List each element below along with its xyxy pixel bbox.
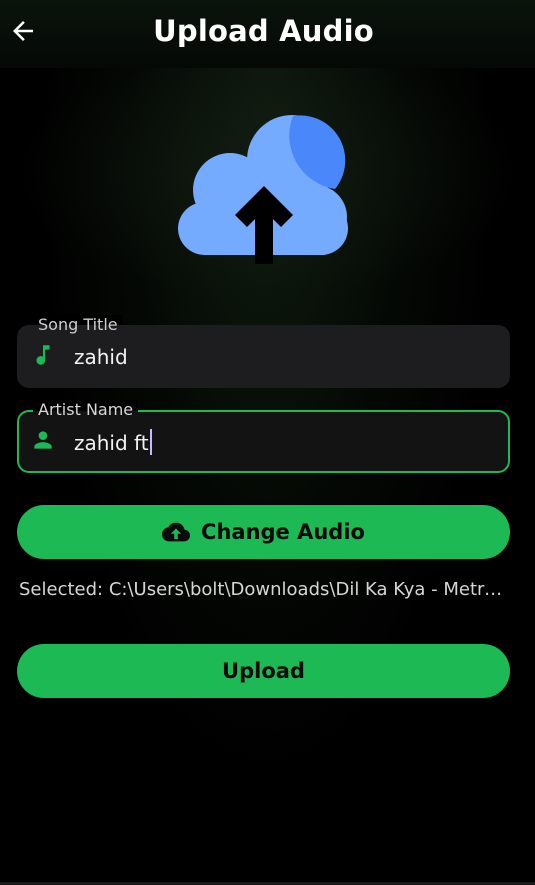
artist-name-value: zahid ft — [74, 431, 149, 455]
selected-file-path: Selected: C:\Users\bolt\Downloads\Dil Ka… — [19, 579, 513, 600]
change-audio-label: Change Audio — [201, 520, 365, 544]
artist-name-label: Artist Name — [33, 400, 139, 420]
artist-name-input[interactable]: zahid ft — [74, 429, 484, 456]
song-title-label: Song Title — [33, 315, 123, 335]
app-bar: Upload Audio — [0, 0, 535, 68]
upload-button[interactable]: Upload — [17, 644, 510, 698]
person-icon — [34, 431, 52, 449]
song-title-field[interactable]: Song Title zahid — [17, 315, 510, 388]
upload-label: Upload — [222, 659, 305, 683]
cloud-upload-icon — [178, 115, 348, 264]
music-note-icon — [36, 345, 50, 365]
song-title-input[interactable]: zahid — [74, 344, 484, 370]
artist-name-field[interactable]: Artist Name zahid ft — [17, 400, 510, 473]
upload-audio-screen: Upload Audio Song Title zahid Artist Nam… — [0, 0, 535, 885]
page-title: Upload Audio — [153, 14, 374, 48]
text-caret — [149, 429, 152, 455]
change-audio-button[interactable]: Change Audio — [17, 505, 510, 559]
cloud-upload-icon — [162, 522, 191, 542]
